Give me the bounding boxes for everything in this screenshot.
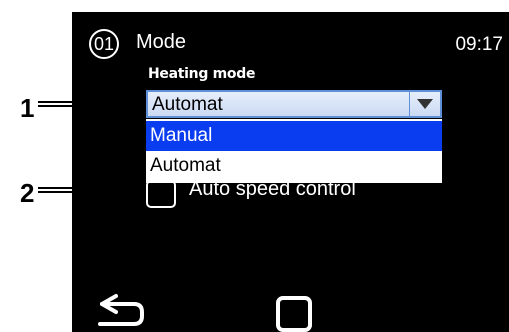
heating-mode-label: Heating mode bbox=[148, 66, 256, 82]
home-square-icon[interactable] bbox=[276, 296, 312, 332]
device-screen: 01 Mode 09:17 Heating mode Automat Manua… bbox=[72, 12, 509, 332]
clock: 09:17 bbox=[455, 34, 503, 55]
option-manual[interactable]: Manual bbox=[146, 121, 442, 151]
step-number-badge: 01 bbox=[89, 29, 119, 59]
auto-speed-control-checkbox[interactable] bbox=[146, 180, 176, 208]
heating-mode-select[interactable]: Automat bbox=[146, 90, 442, 118]
callout-number-1: 1 bbox=[20, 93, 35, 123]
callout-number-2: 2 bbox=[20, 178, 35, 208]
back-arrow-icon[interactable] bbox=[94, 292, 148, 328]
heating-mode-selected-value: Automat bbox=[152, 94, 223, 115]
screen-title: Mode bbox=[136, 31, 187, 53]
auto-speed-control-label: Auto speed control bbox=[189, 178, 356, 200]
chevron-down-icon bbox=[417, 99, 433, 109]
option-automat[interactable]: Automat bbox=[146, 151, 442, 181]
dropdown-toggle[interactable] bbox=[409, 92, 440, 116]
heating-mode-option-list: Manual Automat bbox=[146, 119, 442, 183]
